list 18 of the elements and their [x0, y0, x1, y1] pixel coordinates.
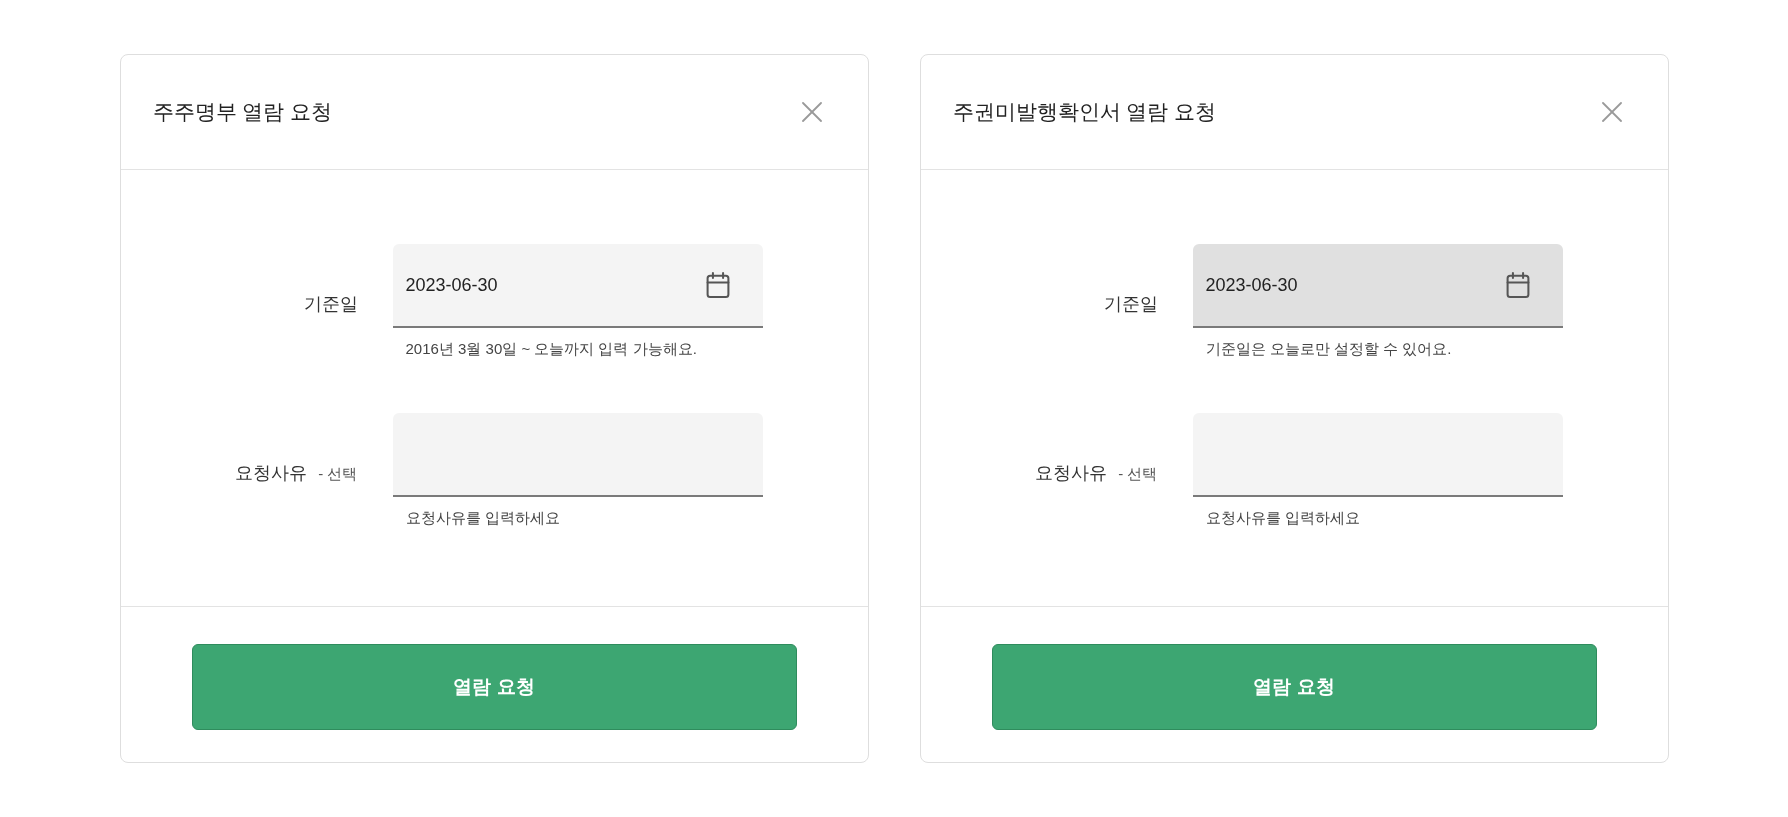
calendar-icon[interactable]	[704, 272, 731, 298]
field-label: 요청사유	[1035, 464, 1108, 482]
reason-field[interactable]	[1192, 413, 1563, 497]
date-field[interactable]: 2023-06-30	[392, 244, 763, 328]
dialog-title: 주주명부 열람 요청	[152, 99, 333, 126]
close-icon[interactable]	[1601, 102, 1622, 122]
optional-note: - 선택	[318, 466, 358, 482]
dialog-title: 주권미발행확인서 열람 요청	[952, 99, 1217, 126]
field-label: 기준일	[1103, 295, 1158, 313]
reason-field[interactable]	[392, 413, 763, 497]
field-label: 기준일	[303, 295, 358, 313]
helper-text: 요청사유를 입력하세요	[1204, 508, 1361, 528]
helper-text: 요청사유를 입력하세요	[404, 508, 561, 528]
field-label: 요청사유	[235, 464, 308, 482]
close-icon[interactable]	[801, 102, 822, 122]
optional-note: - 선택	[1118, 466, 1158, 482]
helper-text: 2016년 3월 30일 ~ 오늘까지 입력 가능해요.	[404, 339, 698, 359]
helper-text: 기준일은 오늘로만 설정할 수 있어요.	[1204, 339, 1453, 359]
